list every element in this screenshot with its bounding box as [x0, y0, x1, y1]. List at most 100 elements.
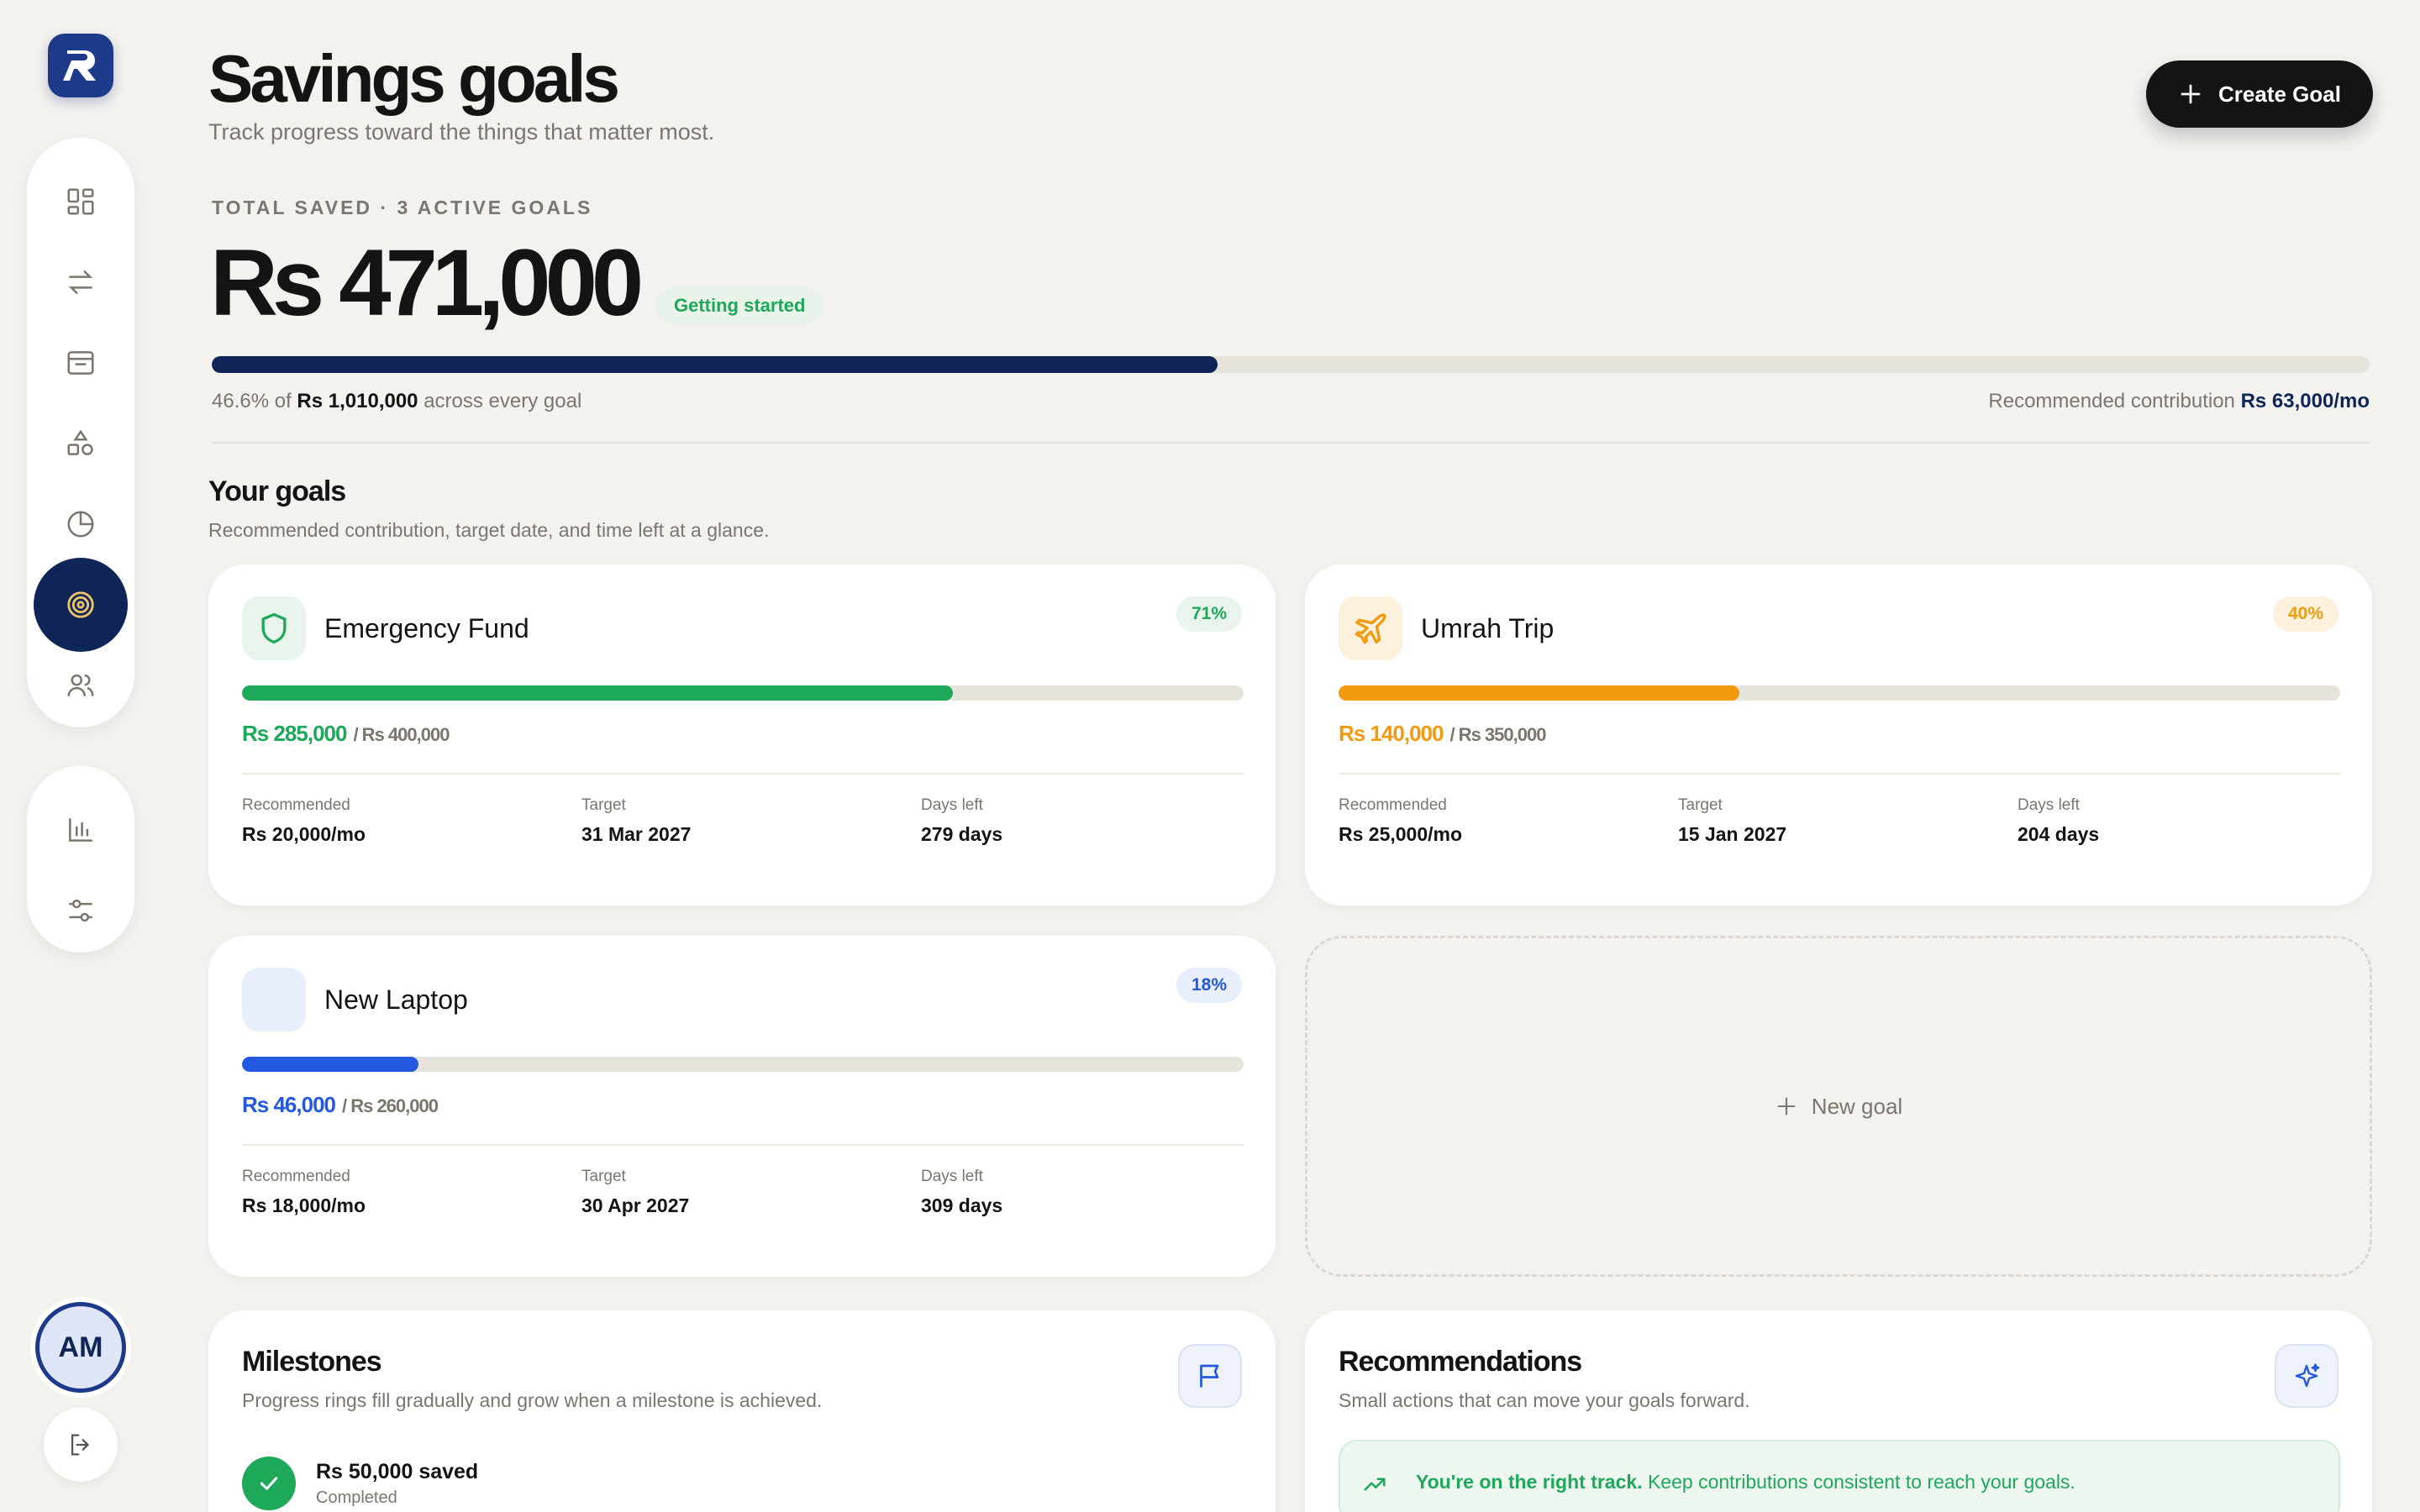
goal-divider — [1339, 773, 2340, 774]
rec-contrib-value: Rs 63,000/mo — [2240, 390, 2370, 412]
stat-label: Target — [581, 1168, 626, 1185]
goal-progress-bar — [242, 1057, 1244, 1072]
milestone-status: Completed — [316, 1488, 397, 1507]
divider — [212, 442, 2370, 444]
recommendation-tip: You're on the right track. Keep contribu… — [1339, 1440, 2340, 1512]
milestones-icon-button[interactable] — [1178, 1344, 1242, 1408]
nav-dashboard[interactable] — [34, 161, 128, 242]
nav-settings[interactable] — [34, 870, 128, 951]
nav-reports[interactable] — [34, 790, 128, 870]
overall-caption: 46.6% of Rs 1,010,000 across every goal — [212, 390, 581, 413]
overall-pct: 46.6% of — [212, 390, 292, 412]
goal-icon-badge — [242, 596, 306, 660]
stat-label: Days left — [921, 796, 983, 814]
goal-stat-days-left: Days left 309 days — [921, 1168, 1002, 1217]
goal-saved-value: Rs 285,000 — [242, 721, 347, 746]
check-icon — [260, 1477, 278, 1490]
goal-saved-amount: Rs 46,000/ Rs 260,000 — [242, 1092, 439, 1118]
stat-value: 30 Apr 2027 — [581, 1194, 690, 1216]
goals-section-title: Your goals — [208, 475, 346, 507]
goal-stat-days-left: Days left 279 days — [921, 796, 1002, 846]
total-saved-label: TOTAL SAVED · 3 ACTIVE GOALS — [212, 197, 593, 218]
sliders-icon — [69, 899, 92, 922]
stat-label: Target — [1678, 796, 1723, 814]
goal-saved-value: Rs 46,000 — [242, 1092, 336, 1117]
goal-progress-fill — [1339, 685, 1739, 701]
stat-label: Recommended — [242, 1168, 350, 1185]
user-avatar[interactable]: AM — [35, 1302, 126, 1393]
nav-categories[interactable] — [34, 403, 128, 484]
status-badge: Getting started — [655, 287, 824, 324]
stat-value: 204 days — [2018, 823, 2100, 845]
stat-value: 309 days — [921, 1194, 1003, 1216]
milestone-name: Rs 50,000 saved — [316, 1460, 479, 1483]
goal-stat-recommended: Recommended Rs 20,000/mo — [242, 796, 366, 846]
goal-target-value: / Rs 400,000 — [353, 724, 450, 745]
goal-name: Umrah Trip — [1421, 613, 1555, 643]
goal-percent-badge: 71% — [1176, 596, 1242, 632]
goal-percent-badge: 40% — [2272, 596, 2338, 632]
overall-suffix: across every goal — [424, 390, 582, 412]
stat-value: 279 days — [921, 823, 1003, 845]
nav-transfers[interactable] — [34, 242, 128, 323]
goal-progress-fill — [242, 1057, 418, 1072]
stat-label: Recommended — [242, 796, 350, 814]
overall-progress-bar — [212, 356, 2370, 373]
stat-value: 31 Mar 2027 — [581, 823, 692, 845]
recommendations-subtitle: Small actions that can move your goals f… — [1339, 1389, 1750, 1411]
goal-card-emergency-fund[interactable]: Emergency Fund 71% Rs 285,000 / Rs 400,00… — [208, 564, 1276, 906]
target-icon — [67, 591, 94, 618]
shield-icon — [261, 612, 287, 644]
tip-text: Keep contributions consistent to reach y… — [1647, 1470, 2075, 1493]
stat-value: Rs 25,000/mo — [1339, 823, 1463, 845]
stat-value: Rs 20,000/mo — [242, 823, 366, 845]
milestones-title: Milestones — [242, 1346, 382, 1378]
new-goal-label: New goal — [1811, 1093, 1903, 1119]
goal-divider — [242, 1144, 1244, 1146]
goal-divider — [242, 773, 1244, 774]
arrows-swap-icon — [68, 270, 93, 294]
sparkles-icon — [2295, 1363, 2320, 1388]
stat-label: Recommended — [1339, 796, 1447, 814]
logout-button[interactable] — [44, 1408, 118, 1482]
page-subtitle: Track progress toward the things that ma… — [208, 119, 715, 144]
goal-saved-amount: Rs 285,000 / Rs 400,000 — [242, 721, 450, 747]
nav-inbox[interactable] — [34, 323, 128, 403]
create-goal-button[interactable]: Create Goal — [2146, 60, 2373, 128]
plus-icon — [2181, 84, 2201, 104]
overall-progress-fill — [212, 356, 1218, 373]
create-goal-label: Create Goal — [2218, 81, 2341, 107]
stat-value: 15 Jan 2027 — [1678, 823, 1787, 845]
goal-card-new-laptop[interactable]: New Laptop 18% Rs 46,000/ Rs 260,000 Rec… — [208, 936, 1276, 1277]
logout-icon — [71, 1434, 90, 1456]
app-logo[interactable] — [48, 34, 113, 97]
goal-stat-target: Target 30 Apr 2027 — [581, 1168, 689, 1217]
goal-progress-fill — [242, 685, 954, 701]
goal-card-umrah-trip[interactable]: Umrah Trip 40% Rs 140,000/ Rs 350,000 Re… — [1305, 564, 2372, 906]
goal-stat-recommended: Recommended Rs 18,000/mo — [242, 1168, 366, 1217]
users-icon — [67, 674, 94, 696]
stat-label: Days left — [2018, 796, 2080, 814]
laptop-icon — [242, 968, 306, 1032]
goal-icon-badge — [1339, 596, 1402, 660]
goal-stat-recommended: Recommended Rs 25,000/mo — [1339, 796, 1462, 846]
recommendations-title: Recommendations — [1339, 1346, 1582, 1378]
goal-stat-target: Target 15 Jan 2027 — [1678, 796, 1786, 846]
stat-label: Days left — [921, 1168, 983, 1185]
nav-people[interactable] — [34, 645, 128, 726]
sidebar-nav-secondary — [27, 766, 134, 953]
goal-saved-value: Rs 140,000 — [1339, 721, 1444, 746]
shapes-icon — [67, 429, 93, 455]
nav-analytics[interactable] — [34, 484, 128, 564]
new-goal-button[interactable]: New goal — [1305, 936, 2372, 1277]
goal-stat-target: Target 31 Mar 2027 — [581, 796, 691, 846]
nav-goals[interactable] — [34, 558, 128, 652]
tip-bold: You're on the right track. — [1416, 1470, 1643, 1493]
recommendations-icon-button[interactable] — [2275, 1344, 2338, 1408]
goal-stat-days-left: Days left 204 days — [2018, 796, 2099, 846]
stat-value: Rs 18,000/mo — [242, 1194, 366, 1216]
goal-target-value: / Rs 350,000 — [1449, 724, 1546, 745]
goals-section-subtitle: Recommended contribution, target date, a… — [208, 519, 770, 541]
overall-total: Rs 1,010,000 — [297, 390, 418, 412]
plus-icon — [1777, 1097, 1796, 1116]
